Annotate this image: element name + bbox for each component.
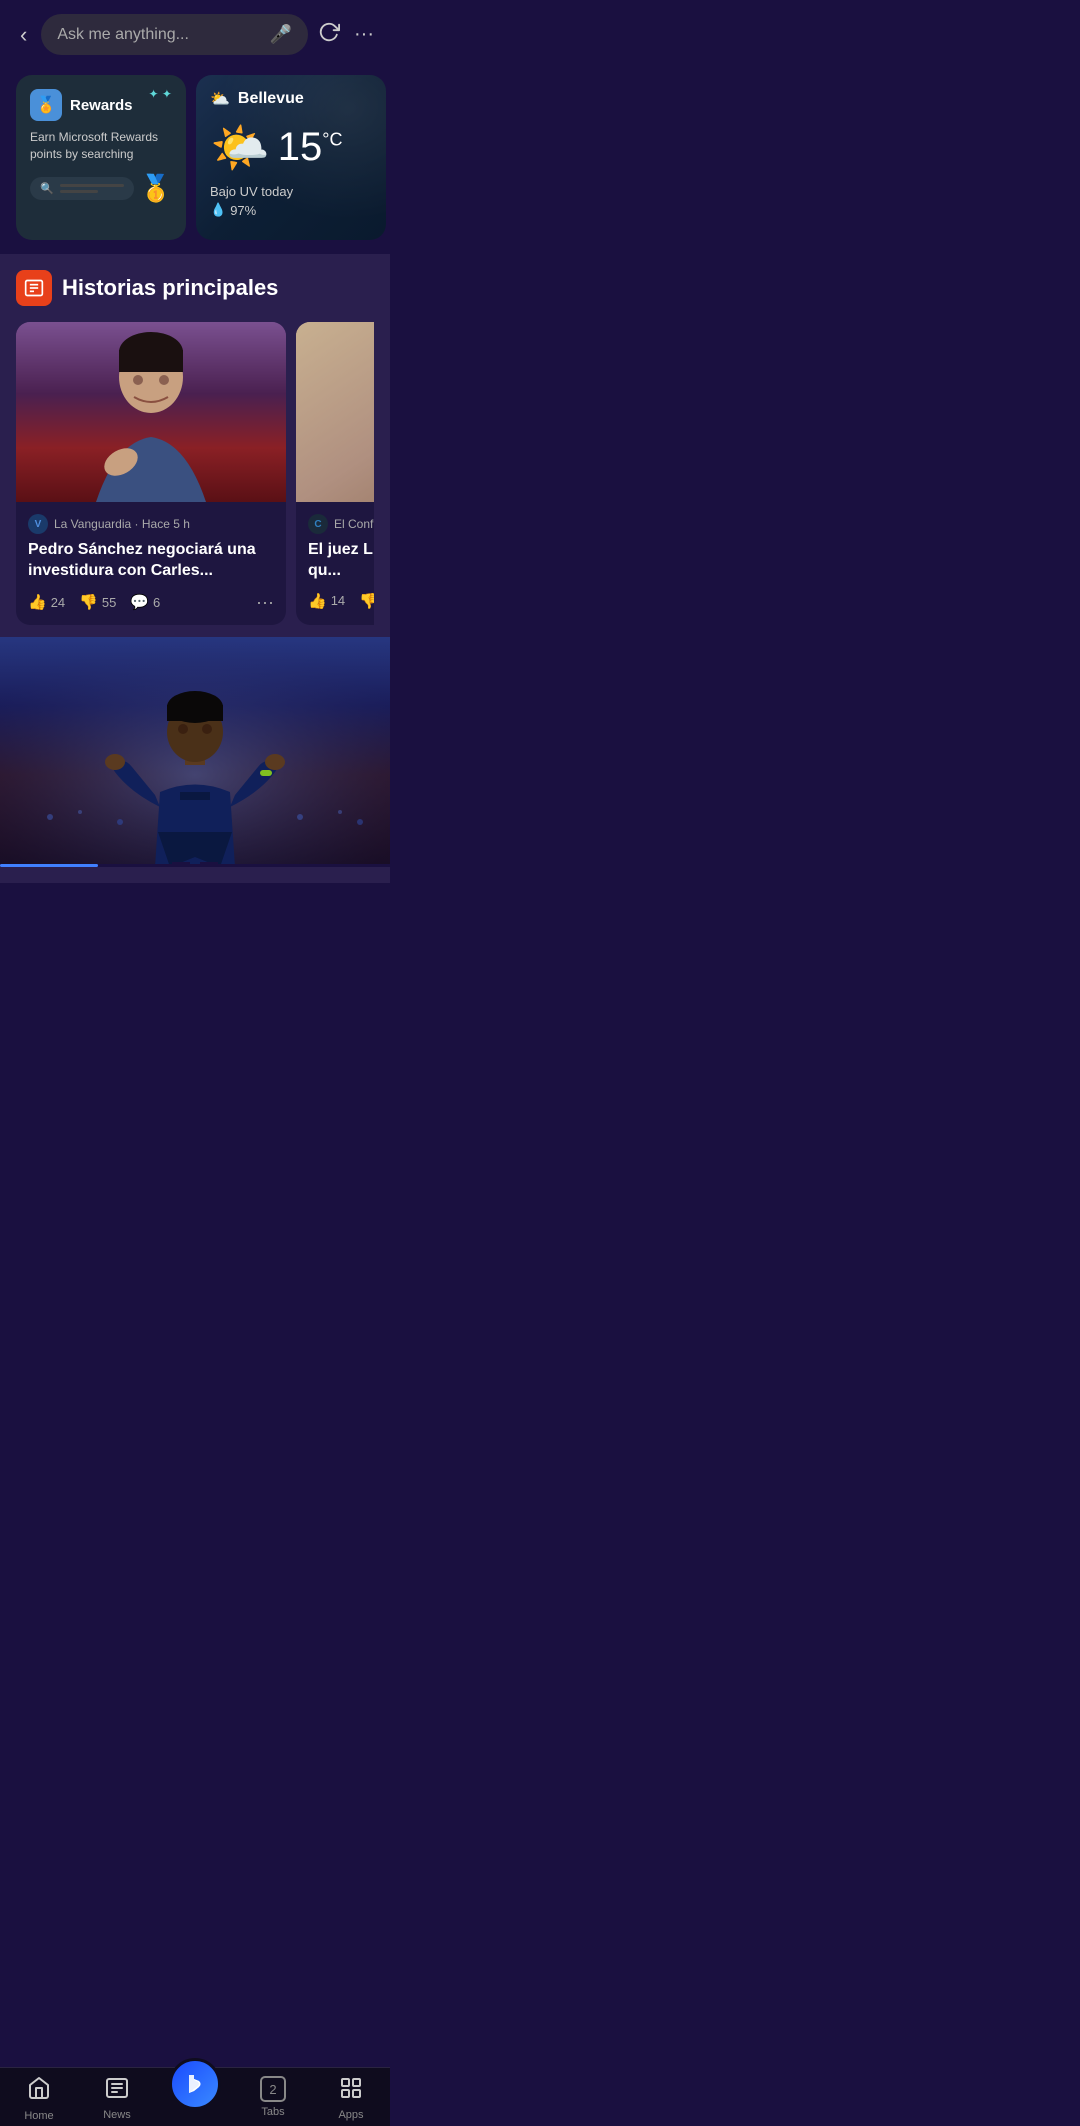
news-section-title: Historias principales bbox=[62, 275, 278, 301]
sparkle-decoration: ✦ ✦ bbox=[149, 87, 172, 101]
nav-news[interactable]: News bbox=[78, 2076, 156, 2122]
thumbs-down-icon: 👎 bbox=[79, 593, 98, 611]
source-icon-2: C bbox=[308, 514, 328, 534]
weather-condition-text: Bajo UV today bbox=[210, 184, 372, 199]
comment-icon: 💬 bbox=[130, 593, 149, 611]
medal-icon: 🥇 bbox=[140, 173, 172, 204]
weather-temperature: 15°C bbox=[278, 125, 343, 170]
nav-news-label: News bbox=[103, 2109, 131, 2121]
rewards-title: Rewards bbox=[70, 97, 133, 114]
news-card-1-title: Pedro Sánchez negociará una investidura … bbox=[28, 540, 274, 582]
header: ‹ Ask me anything... 🎤 ··· bbox=[0, 0, 390, 65]
source-icon-1: V bbox=[28, 514, 48, 534]
nav-home-label: Home bbox=[24, 2110, 53, 2122]
tabs-icon: 2 bbox=[260, 2076, 286, 2102]
big-news-card[interactable] bbox=[0, 637, 390, 867]
search-mini-icon: 🔍 bbox=[40, 182, 54, 195]
source-row-2: C El Confidencial · H bbox=[308, 514, 374, 534]
rewards-description: Earn Microsoft Rewards points by searchi… bbox=[30, 129, 172, 163]
news-cards-row: V La Vanguardia · Hace 5 h Pedro Sánchez… bbox=[16, 322, 374, 625]
weather-condition-icon: 🌤️ bbox=[210, 119, 270, 176]
refresh-icon[interactable] bbox=[318, 21, 340, 49]
dislike-button-1[interactable]: 👎 55 bbox=[79, 593, 116, 611]
header-actions: ··· bbox=[318, 21, 374, 49]
search-bar[interactable]: Ask me anything... 🎤 bbox=[41, 14, 308, 55]
humidity-icon: 💧 bbox=[210, 202, 226, 218]
thumbs-up-icon-2: 👍 bbox=[308, 592, 327, 610]
news-section-icon bbox=[16, 270, 52, 306]
news-section: Historias principales bbox=[0, 254, 390, 883]
news-card-2-image bbox=[296, 322, 374, 502]
news-card-2-actions: 👍 14 👎 10 bbox=[308, 592, 374, 610]
news-card-1-body: V La Vanguardia · Hace 5 h Pedro Sánchez… bbox=[16, 502, 286, 625]
news-nav-icon bbox=[105, 2076, 129, 2105]
search-placeholder: Ask me anything... bbox=[57, 26, 261, 44]
home-icon bbox=[27, 2076, 51, 2106]
thumbs-down-icon-2: 👎 bbox=[359, 592, 374, 610]
source-name-1: La Vanguardia · Hace 5 h bbox=[54, 517, 190, 531]
bottom-navigation: Home News 2 Tabs bbox=[0, 2067, 390, 2126]
weather-widget[interactable]: ⛅ Bellevue 🌤️ 15°C Bajo UV today 💧 97% bbox=[196, 75, 386, 240]
weather-cloud-icon: ⛅ bbox=[210, 89, 230, 109]
comment-button-1[interactable]: 💬 6 bbox=[130, 593, 160, 611]
rewards-widget[interactable]: 🏅 Rewards Earn Microsoft Rewards points … bbox=[16, 75, 186, 240]
widgets-section: 🏅 Rewards Earn Microsoft Rewards points … bbox=[0, 65, 390, 254]
mic-icon[interactable]: 🎤 bbox=[270, 24, 292, 45]
tabs-badge: 2 bbox=[260, 2076, 286, 2102]
news-card-2-body: C El Confidencial · H El juez Llarena c.… bbox=[296, 502, 374, 622]
dislike-button-2[interactable]: 👎 10 bbox=[359, 592, 374, 610]
news-card-2-title: El juez Llarena c... sumario para qu... bbox=[308, 540, 374, 582]
back-button[interactable]: ‹ bbox=[16, 18, 31, 52]
nav-tabs[interactable]: 2 Tabs bbox=[234, 2076, 312, 2122]
nav-apps[interactable]: Apps bbox=[312, 2076, 390, 2122]
rewards-illustration: 🔍 🥇 bbox=[30, 173, 172, 204]
nav-apps-label: Apps bbox=[338, 2109, 363, 2121]
thumbs-up-icon: 👍 bbox=[28, 593, 47, 611]
more-options-icon[interactable]: ··· bbox=[354, 23, 374, 46]
news-card-1-actions: 👍 24 👎 55 💬 6 ··· bbox=[28, 592, 274, 613]
nav-home[interactable]: Home bbox=[0, 2076, 78, 2122]
weather-humidity: 💧 97% bbox=[210, 202, 372, 218]
like-button-2[interactable]: 👍 14 bbox=[308, 592, 345, 610]
rewards-icon: 🏅 bbox=[30, 89, 62, 121]
source-name-2: El Confidencial · H bbox=[334, 517, 374, 531]
bing-button[interactable] bbox=[169, 2058, 221, 2110]
news-card-2[interactable]: C El Confidencial · H El juez Llarena c.… bbox=[296, 322, 374, 625]
weather-city: Bellevue bbox=[238, 90, 304, 108]
big-news-image bbox=[0, 637, 390, 867]
source-row-1: V La Vanguardia · Hace 5 h bbox=[28, 514, 274, 534]
nav-tabs-label: Tabs bbox=[261, 2106, 284, 2118]
news-card-1[interactable]: V La Vanguardia · Hace 5 h Pedro Sánchez… bbox=[16, 322, 286, 625]
news-header: Historias principales bbox=[16, 270, 374, 306]
like-button-1[interactable]: 👍 24 bbox=[28, 593, 65, 611]
apps-icon bbox=[339, 2076, 363, 2105]
more-button-1[interactable]: ··· bbox=[256, 592, 274, 613]
nav-bing[interactable] bbox=[156, 2076, 234, 2122]
news-card-1-image bbox=[16, 322, 286, 502]
